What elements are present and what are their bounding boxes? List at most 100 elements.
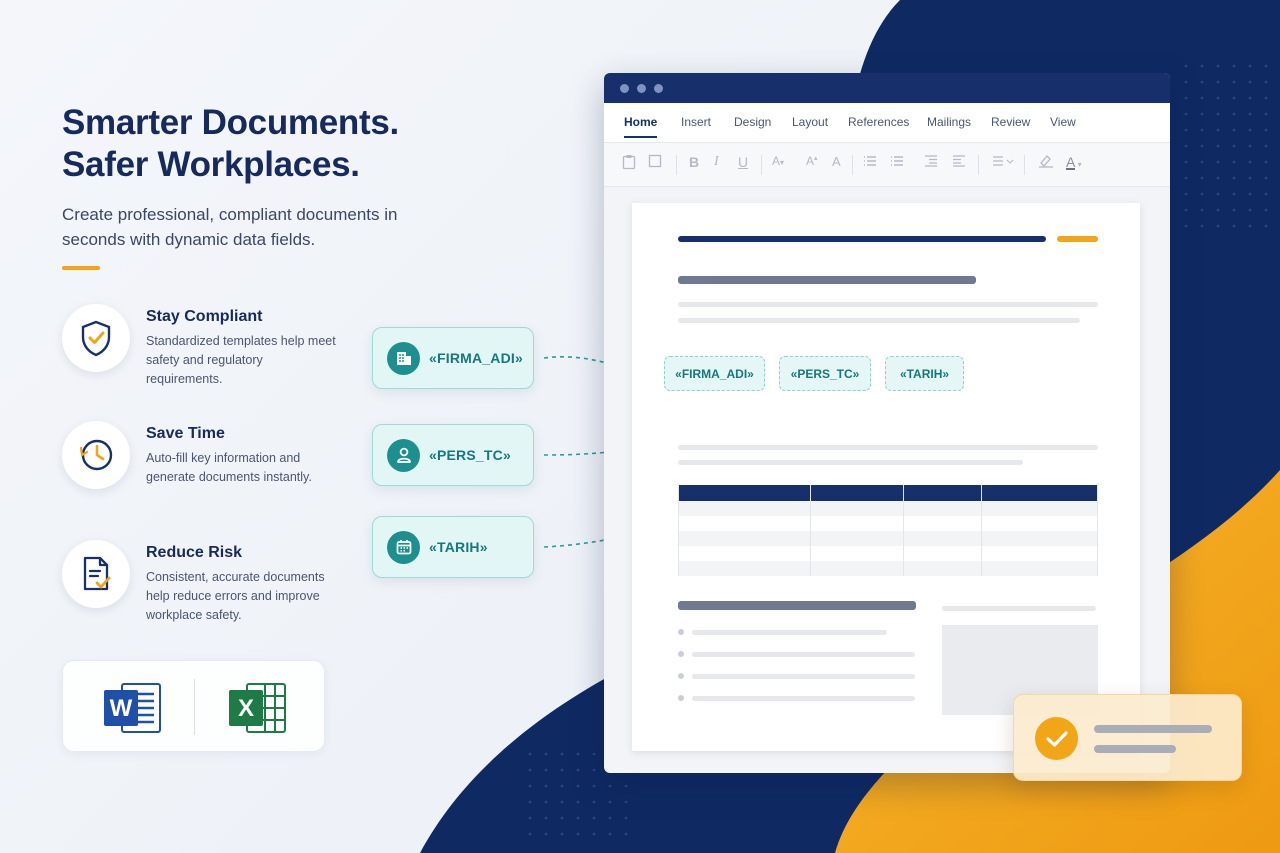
ribbon-tabs: Home Insert Design Layout References Mai… — [604, 103, 1170, 143]
window-control-dot[interactable] — [654, 84, 663, 93]
field-chip-pers-tc[interactable]: «PERS_TC» — [372, 424, 534, 486]
font-size-button[interactable]: A▾ — [772, 154, 784, 168]
word-letter: W — [110, 695, 133, 722]
field-chip-label: «TARIH» — [429, 539, 488, 555]
feature-reduce-risk: Reduce Risk Consistent, accurate documen… — [62, 540, 352, 640]
success-toast — [1013, 694, 1242, 781]
window-control-dot[interactable] — [620, 84, 629, 93]
table-gridline — [678, 485, 679, 576]
copy-format-icon[interactable] — [648, 154, 662, 171]
feature-save-time: Save Time Auto-fill key information and … — [62, 421, 352, 521]
bold-button[interactable]: B — [689, 154, 699, 170]
microsoft-excel-icon: X — [229, 680, 287, 741]
table-header-row — [678, 485, 1098, 501]
feature-title: Reduce Risk — [146, 544, 243, 561]
font-color-button[interactable]: A ▾ — [1066, 154, 1082, 170]
table-row — [678, 546, 1098, 561]
chevron-down-icon: ▾ — [780, 158, 785, 167]
merge-field-firma-adi[interactable]: «FIRMA_ADI» — [664, 356, 765, 391]
accent-divider — [62, 266, 100, 270]
italic-button[interactable]: I — [714, 154, 719, 170]
text-line-placeholder — [692, 674, 915, 679]
feature-description: Standardized templates help meet safety … — [146, 334, 336, 386]
toast-text-placeholder — [1094, 745, 1176, 753]
tab-references[interactable]: References — [848, 115, 909, 129]
bullet-point — [678, 651, 684, 657]
text-line-placeholder — [942, 606, 1096, 611]
grow-font-glyph: A — [806, 154, 815, 168]
field-chip-tarih[interactable]: «TARIH» — [372, 516, 534, 578]
increase-indent-icon[interactable] — [952, 154, 966, 170]
text-line-placeholder — [692, 652, 915, 657]
font-effects-button[interactable]: A — [832, 154, 841, 169]
supported-apps-card: W X — [62, 660, 325, 752]
tab-home[interactable]: Home — [624, 115, 658, 138]
field-chip-firma-adi[interactable]: «FIRMA_ADI» — [372, 327, 534, 389]
feature-title: Save Time — [146, 425, 225, 442]
headline-line-2: Safer Workplaces. — [62, 145, 360, 184]
merge-field-pers-tc[interactable]: «PERS_TC» — [779, 356, 871, 391]
text-line-placeholder — [692, 696, 915, 701]
numbered-list-icon[interactable] — [890, 154, 904, 170]
toolbar-separator — [852, 155, 853, 175]
table-row — [678, 516, 1098, 531]
document-editor-window: Home Insert Design Layout References Mai… — [604, 73, 1170, 773]
document-page[interactable]: «FIRMA_ADI» «PERS_TC» «TARIH» — [632, 203, 1140, 751]
merge-field-tarih[interactable]: «TARIH» — [885, 356, 964, 391]
subtitle: Create professional, compliant documents… — [62, 205, 398, 249]
feature-description: Consistent, accurate documents help redu… — [146, 570, 325, 622]
document-header-accent — [1057, 236, 1098, 242]
text-line-placeholder — [678, 302, 1098, 307]
decrease-indent-icon[interactable] — [924, 154, 938, 170]
tab-mailings[interactable]: Mailings — [927, 115, 971, 129]
toast-text-placeholder — [1094, 725, 1212, 733]
headline: Smarter Documents. Safer Workplaces. — [62, 102, 482, 186]
increase-icon: ▴ — [814, 155, 818, 162]
bullet-list-icon[interactable] — [863, 154, 877, 170]
paste-icon[interactable] — [622, 154, 636, 173]
highlighter-icon[interactable] — [1038, 154, 1054, 171]
clock-icon — [62, 421, 130, 489]
font-color-glyph: A — [1066, 154, 1076, 170]
tab-insert[interactable]: Insert — [681, 115, 711, 129]
table-gridline — [981, 485, 982, 576]
field-chip-label: «FIRMA_ADI» — [429, 350, 523, 366]
apps-divider — [194, 679, 195, 735]
table-row — [678, 561, 1098, 576]
microsoft-word-icon: W — [104, 680, 162, 741]
tab-layout[interactable]: Layout — [792, 115, 828, 129]
font-size-glyph: A — [772, 154, 781, 168]
table-gridline — [903, 485, 904, 576]
tab-view[interactable]: View — [1050, 115, 1076, 129]
toolbar-separator — [1024, 155, 1025, 175]
calendar-icon — [387, 530, 420, 564]
font-effects-glyph: A — [832, 154, 841, 169]
table-row — [678, 501, 1098, 516]
building-icon — [387, 341, 420, 375]
tab-review[interactable]: Review — [991, 115, 1030, 129]
table-gridline — [810, 485, 811, 576]
line-spacing-icon[interactable] — [992, 154, 1014, 170]
chevron-down-icon: ▾ — [1075, 160, 1082, 169]
field-chip-label: «PERS_TC» — [429, 447, 511, 463]
text-line-placeholder — [678, 445, 1098, 450]
formatting-toolbar: B I U A▾ A▴ A A ▾ — [604, 143, 1170, 187]
document-title-placeholder — [678, 276, 976, 284]
checkmark-icon — [1035, 717, 1078, 760]
tab-design[interactable]: Design — [734, 115, 771, 129]
document-header-bar — [678, 236, 1046, 242]
table-gridline — [1097, 485, 1098, 576]
bullet-point — [678, 695, 684, 701]
bullet-point — [678, 673, 684, 679]
text-line-placeholder — [678, 460, 1023, 465]
shield-check-icon — [62, 304, 130, 372]
underline-button[interactable]: U — [738, 154, 748, 170]
text-line-placeholder — [692, 630, 887, 635]
text-line-placeholder — [678, 318, 1080, 323]
table-row — [678, 531, 1098, 546]
grow-font-button[interactable]: A▴ — [806, 154, 818, 168]
feature-stay-compliant: Stay Compliant Standardized templates he… — [62, 304, 352, 404]
feature-title: Stay Compliant — [146, 308, 263, 325]
feature-description: Auto-fill key information and generate d… — [146, 451, 312, 484]
window-control-dot[interactable] — [637, 84, 646, 93]
